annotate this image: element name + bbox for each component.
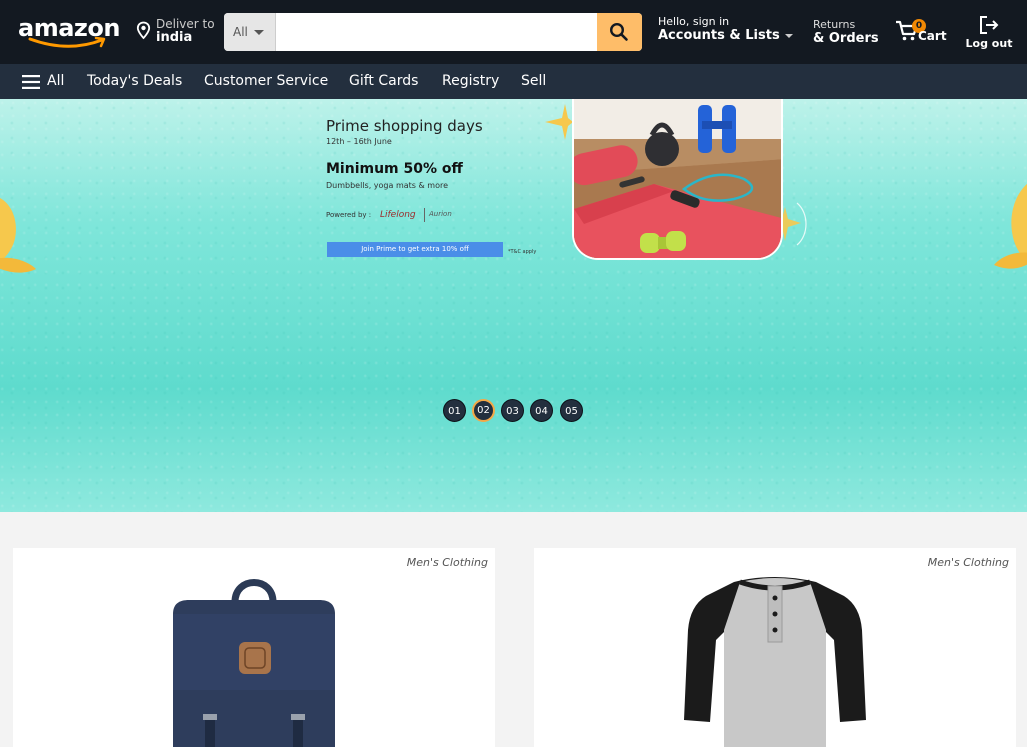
promo-offer: Minimum 50% off bbox=[326, 161, 463, 177]
pager-dot-4[interactable]: 04 bbox=[530, 399, 553, 422]
search-icon bbox=[609, 22, 628, 41]
deliver-label: Deliver to bbox=[156, 17, 215, 31]
hero-texture bbox=[0, 99, 1027, 512]
top-nav: amazon Deliver to india All Hello, sign … bbox=[0, 0, 1027, 64]
nav-gift-cards[interactable]: Gift Cards bbox=[349, 73, 418, 89]
product-category: Men's Clothing bbox=[927, 556, 1009, 569]
product-card[interactable]: Men's Clothing bbox=[13, 548, 495, 747]
logout-icon bbox=[980, 16, 999, 34]
search-category-label: All bbox=[233, 25, 248, 39]
returns-orders[interactable]: Returns & Orders bbox=[813, 18, 879, 46]
hamburger-menu-icon bbox=[22, 75, 40, 89]
deliver-location: india bbox=[156, 30, 193, 45]
orders-label: & Orders bbox=[813, 31, 879, 46]
nav-sell[interactable]: Sell bbox=[521, 73, 546, 89]
nav-customer-service[interactable]: Customer Service bbox=[204, 73, 328, 89]
backpack-image bbox=[173, 579, 335, 747]
promo-powered-by: Powered by : bbox=[326, 211, 372, 219]
leaf-decoration-icon bbox=[994, 184, 1027, 269]
search-category-select[interactable]: All bbox=[224, 13, 276, 51]
pager-dot-2[interactable]: 02 bbox=[472, 399, 495, 422]
brand-logo-aurion-text: Aurion bbox=[429, 210, 452, 218]
carousel-pager: 01 02 03 04 05 bbox=[443, 399, 588, 423]
nav-registry[interactable]: Registry bbox=[442, 73, 499, 89]
hero-carousel[interactable]: Prime shopping days 12th – 16th June Min… bbox=[0, 99, 1027, 512]
account-greeting: Hello, sign in bbox=[658, 15, 730, 28]
join-prime-cta[interactable]: Join Prime to get extra 10% off bbox=[327, 242, 503, 257]
caret-down-icon bbox=[784, 33, 793, 38]
logout-label: Log out bbox=[965, 37, 1013, 50]
terms-note: *T&C apply bbox=[508, 249, 537, 255]
henley-tshirt-image bbox=[684, 577, 866, 747]
cart-label: Cart bbox=[918, 29, 947, 43]
returns-label: Returns bbox=[813, 18, 856, 31]
search-bar: All bbox=[224, 13, 642, 51]
sub-nav: All Today's Deals Customer Service Gift … bbox=[0, 64, 1027, 99]
pager-dot-1[interactable]: 01 bbox=[443, 399, 466, 422]
account-title-row: Accounts & Lists bbox=[658, 28, 793, 43]
promo-dates: 12th – 16th June bbox=[326, 137, 392, 146]
product-category: Men's Clothing bbox=[406, 556, 488, 569]
account-title: Accounts & Lists bbox=[658, 28, 780, 43]
amazon-logo[interactable]: amazon bbox=[18, 14, 120, 50]
product-grid: Men's Clothing Men's Clothing bbox=[0, 512, 1027, 747]
account-lists[interactable]: Hello, sign in Accounts & Lists bbox=[658, 15, 793, 43]
logo-smile-icon bbox=[28, 37, 106, 48]
cart-button[interactable]: 0 Cart bbox=[895, 18, 951, 48]
promo-title: Prime shopping days bbox=[326, 117, 483, 135]
fitness-product-image bbox=[572, 99, 783, 260]
product-card[interactable]: Men's Clothing bbox=[534, 548, 1016, 747]
search-input[interactable] bbox=[277, 13, 597, 51]
location-pin-icon bbox=[136, 21, 151, 40]
brand-logo-aurion: Aurion bbox=[424, 208, 460, 222]
leaf-decoration-icon bbox=[0, 198, 36, 273]
pager-dot-3[interactable]: 03 bbox=[501, 399, 524, 422]
brand-logo-lifelong: Lifelong bbox=[380, 210, 416, 220]
search-button[interactable] bbox=[597, 13, 642, 51]
flower-decoration-icon bbox=[545, 104, 573, 140]
logout-button[interactable]: Log out bbox=[963, 15, 1015, 51]
fitness-equipment-illustration bbox=[574, 99, 781, 258]
nav-todays-deals[interactable]: Today's Deals bbox=[87, 73, 182, 89]
pager-dot-5[interactable]: 05 bbox=[560, 399, 583, 422]
promo-items: Dumbbells, yoga mats & more bbox=[326, 181, 448, 190]
caret-down-icon bbox=[254, 30, 264, 35]
all-menu-label: All bbox=[47, 73, 65, 89]
